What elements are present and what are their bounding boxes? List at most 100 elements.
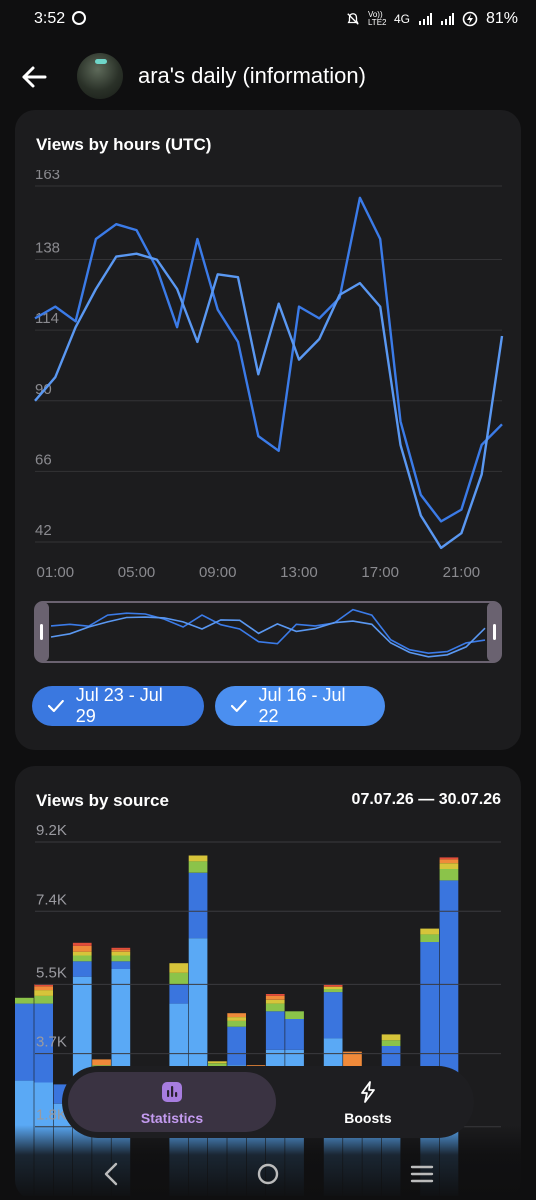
back-arrow-icon[interactable] <box>20 62 50 92</box>
bar-segment-yellow <box>265 999 285 1004</box>
status-bar: 3:52 Vo)) LTE2 4G 81% <box>0 0 536 40</box>
y-tick-label: 42 <box>35 522 52 539</box>
y-tick-label: 3.7K <box>36 1034 67 1051</box>
mute-icon <box>347 13 359 25</box>
chart-range-navigator[interactable] <box>15 600 521 664</box>
nav-statistics-label: Statistics <box>140 1110 204 1126</box>
bar-segment-green <box>72 955 92 962</box>
bar-segment-green <box>265 1003 285 1012</box>
y-tick-label: 7.4K <box>36 891 67 908</box>
bar-segment-yellow <box>188 855 208 862</box>
bar-segment-green <box>227 1020 246 1027</box>
views-by-hours-card: Views by hours (UTC) 163 138 114 90 66 42 01:0… <box>15 110 521 750</box>
bar-segment-blue <box>420 942 439 1081</box>
signal-icon <box>418 13 432 25</box>
signal-icon-2 <box>440 13 454 25</box>
system-recents-icon[interactable] <box>408 1160 436 1188</box>
status-time: 3:52 <box>34 10 66 27</box>
bar-segment-orange <box>439 859 459 864</box>
system-home-icon[interactable] <box>254 1160 282 1188</box>
channel-avatar[interactable] <box>77 53 123 99</box>
x-tick-label: 09:00 <box>199 564 237 581</box>
bar-segment-red <box>72 942 92 946</box>
bar-segment-yellow <box>111 951 131 956</box>
x-tick-label: 21:00 <box>443 564 481 581</box>
bar-segment-yellow <box>227 1017 246 1021</box>
bar-segment-orange <box>111 949 131 952</box>
bar-segment-green <box>111 955 131 962</box>
volte-label: Vo)) LTE2 <box>367 10 387 27</box>
line-series-1 <box>34 196 503 523</box>
network-type-label: 4G <box>393 12 410 26</box>
nav-boosts-label: Boosts <box>344 1110 392 1126</box>
app-header: ara's daily (information) <box>0 40 536 110</box>
bar-segment-orange <box>227 1013 246 1017</box>
navigator-left-grip <box>40 624 43 640</box>
bar-segment-blue <box>111 961 131 969</box>
bar-segment-blue <box>227 1026 246 1066</box>
bar-segment-blue <box>188 872 208 939</box>
system-nav-bar <box>0 1148 536 1200</box>
bar-segment-yellow <box>72 951 92 956</box>
bar-segment-green <box>420 934 439 942</box>
lightning-icon <box>361 1081 375 1103</box>
bar-segment-blue <box>15 1003 34 1081</box>
message-notification-icon <box>72 11 86 25</box>
bar-segment-blue <box>439 880 459 1073</box>
bar-segment-green <box>169 972 189 985</box>
bar-segment-yellow <box>323 986 343 989</box>
bar-segment-green <box>188 861 208 873</box>
bar-segment-yellow <box>208 1061 227 1064</box>
bar-segment-blue <box>265 1011 285 1050</box>
views-by-hours-title: Views by hours (UTC) <box>36 135 212 154</box>
bottom-nav: Statistics Boosts <box>62 1066 474 1138</box>
nav-statistics[interactable]: Statistics <box>68 1072 276 1132</box>
legend-chip-jul16-22[interactable]: Jul 16 - Jul 22 <box>215 685 385 726</box>
bar-segment-orange <box>92 1059 111 1066</box>
legend-chip-jul23-29[interactable]: Jul 23 - Jul 29 <box>32 685 204 726</box>
y-tick-label: 138 <box>35 240 60 257</box>
bar-segment-red <box>265 994 285 996</box>
bar-segment-blue <box>72 961 92 977</box>
bar-segment-yellow <box>169 963 189 973</box>
system-back-icon[interactable] <box>98 1160 126 1188</box>
y-tick-label: 163 <box>35 170 60 183</box>
bar-segment-orange <box>34 986 53 991</box>
bar-segment-orange <box>72 945 92 952</box>
nav-boosts[interactable]: Boosts <box>268 1072 468 1132</box>
bar-segment-green <box>285 1011 304 1019</box>
y-tick-label: 5.5K <box>36 964 67 981</box>
x-tick-label: 01:00 <box>37 564 75 581</box>
y-tick-label: 66 <box>35 451 52 468</box>
bar-segment-green <box>381 1040 401 1046</box>
views-by-hours-chart[interactable]: 16313811490664201:00 05:00 09:00 13:00 17:00… <box>15 170 521 650</box>
bar-segment-green <box>34 995 53 1004</box>
bar-segment-green <box>15 997 34 1004</box>
bar-segment-green <box>439 868 459 881</box>
bar-segment-red <box>323 984 343 987</box>
x-tick-label: 05:00 <box>118 564 156 581</box>
bar-segment-green <box>323 989 343 993</box>
bar-segment-yellow <box>439 863 459 869</box>
bar-segment-red <box>439 857 459 860</box>
views-by-source-title: Views by source <box>36 791 169 810</box>
bar-segment-blue <box>285 1019 304 1050</box>
battery-percent: 81% <box>485 10 518 27</box>
bar-chart-icon <box>162 1082 182 1102</box>
bar-segment-yellow <box>34 990 53 996</box>
y-tick-label: 9.2K <box>36 822 67 839</box>
date-range-label[interactable]: 07.07.26 — 30.07.26 <box>352 791 501 809</box>
legend-chip-label: Jul 16 - Jul 22 <box>258 685 346 726</box>
check-icon <box>231 700 247 712</box>
bar-segment-red <box>111 947 131 950</box>
navigator-right-grip <box>493 624 496 640</box>
legend-chip-label: Jul 23 - Jul 29 <box>75 685 163 726</box>
x-tick-label: 17:00 <box>361 564 399 581</box>
battery-charging-icon <box>462 11 478 27</box>
bar-segment-blue <box>323 992 343 1039</box>
x-tick-label: 13:00 <box>280 564 318 581</box>
check-icon <box>48 700 64 712</box>
bar-segment-orange <box>265 995 285 1000</box>
bar-segment-yellow <box>420 928 439 935</box>
bar-segment-blue <box>169 984 189 1004</box>
